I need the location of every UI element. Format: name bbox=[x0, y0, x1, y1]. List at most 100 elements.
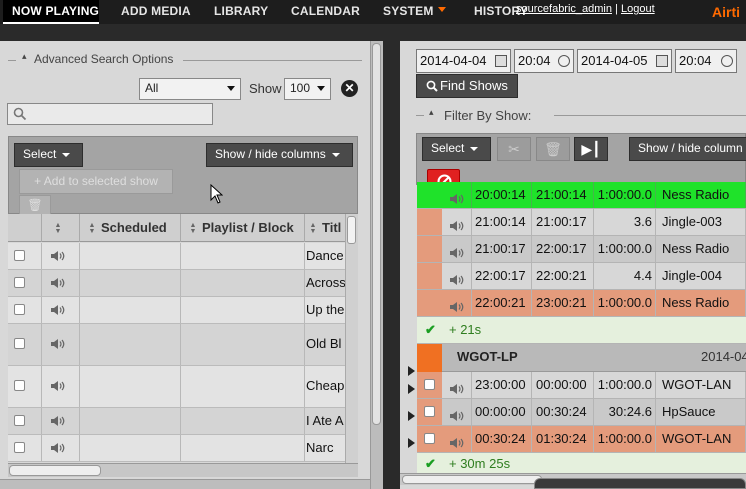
speaker-icon[interactable] bbox=[449, 215, 465, 231]
calendar-icon[interactable] bbox=[656, 55, 668, 67]
schedule-row[interactable]: 00:30:24 01:30:24 1:00:00.0 WGOT-LAN bbox=[417, 426, 746, 453]
nav-calendar[interactable]: CALENDAR bbox=[291, 0, 360, 24]
speaker-icon[interactable] bbox=[449, 432, 465, 448]
speaker-icon[interactable] bbox=[449, 242, 465, 258]
show-hide-columns-button[interactable]: Show / hide columns bbox=[206, 143, 353, 167]
table-row[interactable]: Across bbox=[8, 270, 358, 297]
playlist-block-cell bbox=[181, 270, 305, 296]
pane-scroll-thumb[interactable] bbox=[372, 43, 381, 425]
media-type-select[interactable]: All bbox=[139, 78, 241, 100]
table-hscroll-thumb[interactable] bbox=[9, 465, 101, 476]
expand-arrow-icon[interactable] bbox=[408, 366, 415, 376]
show-count-select[interactable]: 100 bbox=[284, 78, 331, 100]
start-date-input[interactable]: 2014-04-04 bbox=[416, 49, 511, 73]
select-button[interactable]: Select bbox=[14, 143, 83, 167]
clock-icon[interactable] bbox=[721, 55, 733, 67]
nav-add-media[interactable]: ADD MEDIA bbox=[121, 0, 191, 24]
col-scheduled[interactable]: ▲ ▼ Scheduled bbox=[80, 214, 181, 242]
table-scroll-thumb[interactable] bbox=[347, 216, 356, 244]
calendar-icon[interactable] bbox=[495, 55, 507, 67]
nav-system[interactable]: SYSTEM bbox=[383, 0, 434, 24]
sort-icon: ▲ ▼ bbox=[189, 221, 197, 235]
table-row[interactable]: Old Bl bbox=[8, 324, 358, 366]
top-nav: NOW PLAYING ADD MEDIA LIBRARY CALENDAR S… bbox=[0, 0, 746, 24]
show-count-label: Show bbox=[249, 81, 282, 96]
row-checkbox[interactable] bbox=[14, 442, 25, 453]
end-date-input[interactable]: 2014-04-05 bbox=[577, 49, 672, 73]
table-row[interactable]: Narc bbox=[8, 435, 358, 462]
show-header-row[interactable]: WGOT-LP 2014-04 bbox=[417, 344, 746, 372]
table-row[interactable]: Cheap bbox=[8, 366, 358, 408]
expand-arrow-icon[interactable] bbox=[408, 384, 415, 394]
user-links: sourcefabric_admin | Logout bbox=[516, 3, 655, 15]
row-checkbox[interactable] bbox=[14, 277, 25, 288]
speaker-icon[interactable] bbox=[50, 338, 66, 350]
schedule-select-button[interactable]: Select bbox=[422, 137, 491, 161]
check-icon: ✔ bbox=[425, 322, 436, 337]
start-time-input[interactable]: 20:04 bbox=[514, 49, 574, 73]
trash-icon[interactable]: 🗑 bbox=[536, 137, 570, 161]
table-row[interactable]: Up the bbox=[8, 297, 358, 324]
speaker-icon[interactable] bbox=[449, 269, 465, 285]
start-time-value: 20:04 bbox=[518, 53, 551, 68]
schedule-row[interactable]: 23:00:00 00:00:00 1:00:00.0 WGOT-LAN bbox=[417, 372, 746, 399]
col-speaker-sort[interactable]: ▲ ▼ bbox=[42, 214, 80, 242]
show-hide-columns-label: Show / hide columns bbox=[215, 147, 326, 161]
speaker-icon[interactable] bbox=[50, 380, 66, 392]
schedule-row[interactable]: 20:00:14 21:00:14 1:00:00.0 Ness Radio bbox=[417, 182, 746, 209]
speaker-icon[interactable] bbox=[449, 188, 465, 204]
speaker-icon[interactable] bbox=[50, 250, 66, 262]
length-cell: 1:00:00.0 bbox=[594, 372, 656, 398]
scissors-icon[interactable]: ✂ bbox=[497, 137, 531, 161]
logout-link[interactable]: Logout bbox=[621, 3, 655, 15]
speaker-icon[interactable] bbox=[50, 415, 66, 427]
schedule-row[interactable]: 00:00:00 00:30:24 30:24.6 HpSauce bbox=[417, 399, 746, 426]
nav-library[interactable]: LIBRARY bbox=[214, 0, 268, 24]
delete-button[interactable]: 🗑 bbox=[19, 195, 51, 215]
expand-arrow-icon[interactable] bbox=[408, 438, 415, 448]
speaker-icon[interactable] bbox=[449, 405, 465, 421]
speaker-icon[interactable] bbox=[50, 277, 66, 289]
speaker-icon[interactable] bbox=[449, 296, 465, 312]
schedule-show-hide-columns-button[interactable]: Show / hide column bbox=[629, 137, 746, 161]
preview-cell bbox=[442, 290, 472, 316]
schedule-row[interactable]: 21:00:14 21:00:17 3.6 Jingle-003 bbox=[417, 209, 746, 236]
find-shows-button[interactable]: Find Shows bbox=[416, 74, 518, 98]
col-playlist-block[interactable]: ▲ ▼ Playlist / Block bbox=[181, 214, 305, 242]
row-checkbox[interactable] bbox=[14, 338, 25, 349]
system-dropdown-icon[interactable] bbox=[438, 7, 446, 12]
schedule-row[interactable]: 22:00:17 22:00:21 4.4 Jingle-004 bbox=[417, 263, 746, 290]
speaker-icon[interactable] bbox=[50, 442, 66, 454]
end-time-cell: 21:00:14 bbox=[532, 182, 594, 208]
filter-by-show-toggle[interactable]: ▴ Filter By Show: bbox=[416, 107, 746, 125]
row-checkbox[interactable] bbox=[14, 304, 25, 315]
preview-cell bbox=[442, 426, 472, 452]
schedule-row[interactable]: 22:00:21 23:00:21 1:00:00.0 Ness Radio bbox=[417, 290, 746, 317]
speaker-icon[interactable] bbox=[50, 304, 66, 316]
end-time-input[interactable]: 20:04 bbox=[675, 49, 737, 73]
schedule-row[interactable]: 21:00:17 22:00:17 1:00:00.0 Ness Radio bbox=[417, 236, 746, 263]
library-pane: ▴ Advanced Search Options All Show 100 ✕… bbox=[0, 41, 383, 489]
length-cell: 1:00:00.0 bbox=[594, 236, 656, 262]
checkbox-cell bbox=[8, 366, 42, 407]
table-row[interactable]: Dance bbox=[8, 243, 358, 270]
advanced-search-toggle[interactable]: ▴ Advanced Search Options bbox=[8, 51, 362, 69]
nav-now-playing[interactable]: NOW PLAYING bbox=[3, 0, 99, 24]
close-icon[interactable]: ✕ bbox=[341, 80, 358, 97]
add-to-selected-show-button[interactable]: + Add to selected show bbox=[19, 169, 173, 194]
row-checkbox[interactable] bbox=[14, 250, 25, 261]
row-checkbox[interactable] bbox=[424, 379, 435, 390]
speaker-icon[interactable] bbox=[449, 378, 465, 394]
table-row[interactable]: I Ate A bbox=[8, 408, 358, 435]
clock-icon[interactable] bbox=[558, 55, 570, 67]
library-search-input[interactable] bbox=[7, 103, 213, 125]
row-checkbox[interactable] bbox=[424, 433, 435, 444]
expand-arrow-icon[interactable] bbox=[408, 411, 415, 421]
row-checkbox[interactable] bbox=[424, 406, 435, 417]
schedule-hscroll-thumb[interactable] bbox=[402, 475, 542, 484]
skip-to-current-icon[interactable]: ▶┃ bbox=[574, 137, 608, 161]
user-profile-link[interactable]: sourcefabric_admin bbox=[516, 3, 612, 15]
row-checkbox[interactable] bbox=[14, 380, 25, 391]
table-vertical-scrollbar[interactable] bbox=[345, 214, 358, 464]
row-checkbox[interactable] bbox=[14, 415, 25, 426]
